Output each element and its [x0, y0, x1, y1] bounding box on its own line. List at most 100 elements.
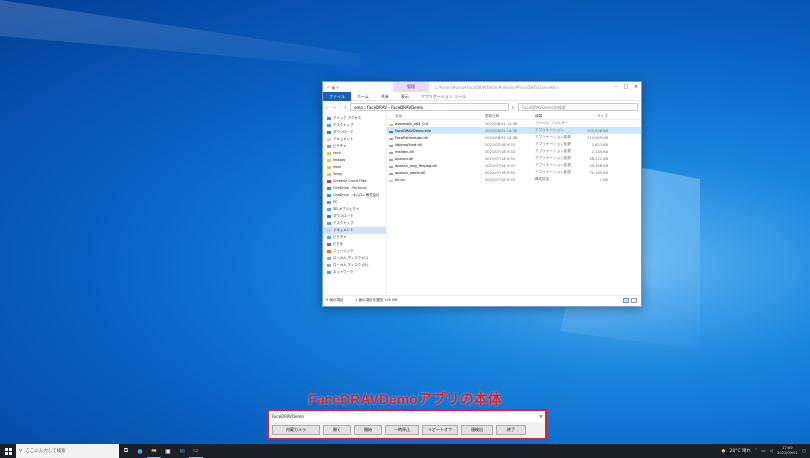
network-icon[interactable]: ▭ — [761, 449, 765, 454]
nav-item[interactable]: ミュージック — [323, 248, 386, 255]
column-date[interactable]: 更新日時 — [485, 114, 535, 119]
folder-icon — [327, 214, 331, 218]
nav-item[interactable]: ネットワーク — [323, 269, 386, 276]
tab-view[interactable]: 表示 — [395, 92, 415, 101]
navigation-pane[interactable]: クイック アクセス デスクトップ ダウンロード ドキュメント ピクチャ cecil imag… — [323, 113, 387, 295]
maximize-icon[interactable]: □ — [621, 84, 631, 90]
mail-icon[interactable]: ✉ — [175, 444, 189, 458]
nav-item[interactable]: Creative Cloud Files — [323, 178, 386, 185]
details-view-icon[interactable] — [623, 298, 629, 303]
file-row[interactable]: FaceEstimation.dll 2021/08/31 14:38 アプリケーシ… — [387, 134, 641, 141]
file-name-text: libiomp5md.dll — [395, 142, 422, 147]
folder-icon — [327, 200, 331, 204]
face-detect-button[interactable]: 顔検出 — [461, 425, 493, 435]
taskbar: ⚲ ここに入力して検索 ⧉ ● ▬ ▣ ✉ ▭ ● 28°C 晴れ ˄ ▭ ◁ … — [0, 444, 810, 458]
exit-button[interactable]: 終了 — [496, 425, 526, 435]
nav-item[interactable]: work — [323, 164, 386, 171]
weather-icon[interactable]: ● — [722, 449, 726, 454]
nav-item[interactable]: ローカル ディスク (C:) — [323, 255, 386, 262]
clock[interactable]: 17:00 2021/09/01 — [777, 446, 798, 456]
chevron-down-icon[interactable]: ˅ — [339, 105, 341, 110]
nav-item-label: PC — [333, 200, 338, 204]
open-button[interactable]: 開く — [323, 425, 351, 435]
builtin-camera-button[interactable]: 内蔵カメラ — [272, 425, 320, 435]
task-view-icon[interactable]: ⧉ — [119, 444, 133, 458]
nav-item[interactable]: ピクチャ — [323, 143, 386, 150]
folder-icon — [327, 207, 331, 211]
file-row[interactable]: opencv_img_ffmpeg.dll 2021/07/18 9:33 アプリケ… — [387, 162, 641, 169]
nav-item[interactable]: ドキュメント — [323, 136, 386, 143]
file-row[interactable]: opencv_world.dll 2021/07/18 9:33 アプリケーション拡… — [387, 169, 641, 176]
refresh-icon[interactable]: ↻ — [512, 105, 515, 110]
up-arrow-icon[interactable]: ↑ — [344, 105, 347, 110]
nav-item[interactable]: ダウンロード — [323, 129, 386, 136]
nav-item[interactable]: ビデオ — [323, 241, 386, 248]
window-title: C:¥Users¥omo¥FaceDRAVDemo¥release¥FaceDR… — [435, 84, 559, 90]
volume-icon[interactable]: ◁ — [770, 449, 773, 454]
nav-item-label: デスクトップ — [333, 221, 354, 225]
back-arrow-icon[interactable]: ← — [326, 105, 329, 110]
nav-item[interactable]: OneDrive - オムロン株式会社 — [323, 192, 386, 199]
close-icon[interactable]: × — [631, 84, 641, 90]
chevron-up-icon[interactable]: ˄ — [755, 449, 757, 454]
column-type[interactable]: 種類 — [535, 114, 581, 119]
folder-icon — [327, 235, 331, 239]
file-row[interactable]: opencv.dll 2021/07/18 9:33 アプリケーション拡張 58,22… — [387, 155, 641, 162]
taskbar-search[interactable]: ⚲ ここに入力して検索 — [16, 444, 119, 458]
store-icon[interactable]: ▣ — [161, 444, 175, 458]
facedrav-app-window[interactable]: FaceDRAVDemo × 内蔵カメラ 開く 開始 一時停止 リピートオフ 顔… — [267, 409, 547, 440]
tab-application-tools[interactable]: アプリケーション ツール — [415, 92, 472, 101]
file-explorer-icon[interactable]: ▬ — [147, 444, 161, 458]
notification-icon[interactable]: ▢ — [802, 449, 806, 454]
manage-context-tab[interactable]: 管理 — [393, 82, 429, 92]
large-icons-view-icon[interactable] — [631, 298, 637, 303]
folder-icon — [327, 172, 331, 176]
nav-item[interactable]: クイック アクセス — [323, 115, 386, 122]
nav-item[interactable]: デスクトップ — [323, 122, 386, 129]
minimize-icon[interactable]: – — [611, 84, 621, 90]
column-name[interactable]: 名前 — [387, 114, 485, 119]
column-size[interactable]: サイズ — [581, 114, 611, 119]
file-explorer-window[interactable]: ↶ ▣ ▾ 管理 C:¥Users¥omo¥FaceDRAVDemo¥relea… — [322, 81, 642, 307]
nav-item[interactable]: Temp — [323, 171, 386, 178]
file-row[interactable]: Ini.ini 2021/07/18 9:33 構成設定 1 KB — [387, 176, 641, 183]
nav-item[interactable]: ドキュメント — [323, 227, 386, 234]
pause-button[interactable]: 一時停止 — [385, 425, 419, 435]
nav-item[interactable]: PC — [323, 199, 386, 206]
file-row[interactable]: FaceDRAVDemo.exe 2021/08/31 14:38 アプリケーション… — [387, 127, 641, 134]
file-date: 2021/07/18 9:33 — [485, 142, 515, 147]
quick-access-toolbar[interactable]: ↶ ▣ ▾ — [323, 85, 393, 90]
edge-browser-icon[interactable]: ● — [133, 444, 147, 458]
forward-arrow-icon[interactable]: → — [332, 105, 335, 110]
nav-item-label: Creative Cloud Files — [333, 179, 367, 183]
nav-item[interactable]: cecil — [323, 150, 386, 157]
weather-text[interactable]: 28°C 晴れ — [729, 448, 751, 454]
file-row[interactable]: assembly_x64_0.4 2021/08/31 14:38 ファイル フォル… — [387, 120, 641, 127]
tab-share[interactable]: 共有 — [375, 92, 395, 101]
start-button[interactable] — [0, 444, 16, 458]
nav-item[interactable]: ダウンロード — [323, 213, 386, 220]
explorer-titlebar: ↶ ▣ ▾ 管理 C:¥Users¥omo¥FaceDRAVDemo¥relea… — [323, 82, 641, 92]
file-list[interactable]: 名前 更新日時 種類 サイズ assembly_x64_0.4 2021/08/3… — [387, 113, 641, 295]
start-button[interactable]: 開始 — [354, 425, 382, 435]
search-input[interactable]: FaceDRAVDemoの検索 — [518, 103, 638, 111]
nav-item[interactable]: 3D オブジェクト — [323, 206, 386, 213]
tab-file[interactable]: ファイル — [323, 91, 351, 101]
facedrav-app-taskbar-icon[interactable]: ▭ — [189, 444, 203, 458]
file-row[interactable]: mkldnn.dll 2021/07/18 9:33 アプリケーション拡張 1,145… — [387, 148, 641, 155]
address-input[interactable]: omo › FaceDRAV › FaceDRAVDemo — [350, 103, 509, 111]
nav-item[interactable]: ローカル ディスク (D:) — [323, 262, 386, 269]
nav-item[interactable]: images — [323, 157, 386, 164]
nav-item[interactable]: OneDrive - Personal — [323, 185, 386, 192]
file-name: FaceEstimation.dll — [387, 136, 485, 140]
repeat-off-button[interactable]: リピートオフ — [422, 425, 458, 435]
folder-icon — [327, 249, 331, 253]
nav-item[interactable]: デスクトップ — [323, 220, 386, 227]
close-icon[interactable]: × — [537, 414, 545, 420]
nav-item-label: ミュージック — [333, 249, 354, 253]
folder-icon — [327, 151, 331, 155]
file-row[interactable]: libiomp5md.dll 2021/07/18 9:33 アプリケーション拡張 1… — [387, 141, 641, 148]
file-size: 1,623 KB — [591, 142, 608, 147]
tab-home[interactable]: ホーム — [351, 92, 375, 101]
nav-item[interactable]: ピクチャ — [323, 234, 386, 241]
